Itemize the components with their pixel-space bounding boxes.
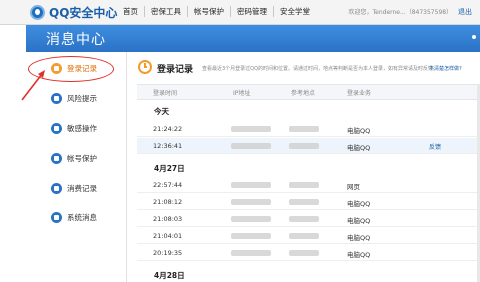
- nav-item-password[interactable]: 密码管理: [230, 6, 273, 17]
- ip-redacted: [231, 250, 271, 256]
- sidebar-item-system-messages[interactable]: 系统消息: [51, 209, 97, 225]
- sidebar-item-purchase-records[interactable]: 消费记录: [51, 180, 97, 196]
- location-redacted: [289, 250, 319, 256]
- lock-icon: [51, 152, 62, 164]
- logout-link[interactable]: 退出: [458, 8, 472, 16]
- ip-redacted: [231, 143, 271, 149]
- login-service: 网页: [347, 183, 360, 191]
- table-row: 22:57:44 网页: [137, 177, 480, 193]
- ip-redacted: [231, 216, 271, 222]
- table-header: 登录时间 IP地址 参考地点 登录业务: [137, 84, 480, 100]
- section-description: 查看最近3个月登录过QQ的时间和位置。请通过时间，地点等判断是否为本人登录，如有…: [202, 66, 439, 72]
- login-time: 20:19:35: [153, 249, 183, 257]
- table-row: 21:24:22 电脑QQ: [137, 121, 480, 137]
- sidebar-item-label: 敏感操作: [67, 123, 97, 133]
- location-redacted: [289, 233, 319, 239]
- group-label: 今天: [154, 107, 169, 116]
- location-redacted: [289, 126, 319, 132]
- feedback-link[interactable]: 反馈: [429, 142, 441, 151]
- title-bar: 消息中心: [26, 25, 480, 52]
- nav-item-security-tools[interactable]: 密保工具: [144, 6, 187, 17]
- table-row: 21:08:12 电脑QQ: [137, 194, 480, 210]
- login-service: 电脑QQ: [347, 217, 371, 225]
- page-title: 消息中心: [46, 32, 106, 48]
- table-row: 12:36:41 电脑QQ 反馈: [137, 138, 480, 154]
- group-label: 4月28日: [154, 271, 185, 280]
- login-service: 电脑QQ: [347, 234, 371, 242]
- shield-icon: [51, 122, 62, 134]
- column-header: IP地址: [233, 90, 251, 97]
- help-link[interactable]: 不清楚怎样做?: [429, 65, 462, 72]
- nav-item-account-protection[interactable]: 帐号保护: [187, 6, 230, 17]
- location-redacted: [289, 199, 319, 205]
- annotation-circle: [28, 56, 114, 82]
- login-service: 电脑QQ: [347, 144, 371, 152]
- user-greeting: 欢迎您，Tenderne...（847357598）: [348, 9, 453, 16]
- login-service: 电脑QQ: [347, 200, 371, 208]
- section-title: 登录记录: [157, 65, 194, 75]
- top-bar: QQ安全中心 首页 密保工具 帐号保护 密码管理 安全学堂 欢迎您，Tender…: [0, 0, 480, 25]
- ip-redacted: [231, 182, 271, 188]
- location-redacted: [289, 143, 319, 149]
- alert-icon: [51, 92, 62, 104]
- user-info: 欢迎您，Tenderne...（847357598） 退出: [349, 7, 473, 17]
- table-row: 21:04:01 电脑QQ: [137, 228, 480, 244]
- qq-logo-icon: [30, 4, 45, 20]
- ip-redacted: [231, 233, 271, 239]
- main-nav: 首页 密保工具 帐号保护 密码管理 安全学堂: [120, 6, 316, 17]
- nav-item-security-school[interactable]: 安全学堂: [273, 6, 316, 17]
- column-header: 登录时间: [153, 90, 178, 97]
- column-header: 登录业务: [347, 90, 372, 97]
- nav-item-home[interactable]: 首页: [120, 6, 144, 17]
- receipt-icon: [51, 182, 62, 194]
- login-time: 21:04:01: [153, 232, 183, 240]
- login-time: 12:36:41: [153, 142, 183, 150]
- group-label: 4月27日: [154, 164, 185, 173]
- ip-redacted: [231, 199, 271, 205]
- login-service: 电脑QQ: [347, 127, 371, 135]
- table-row: 20:19:35 电脑QQ: [137, 245, 480, 261]
- login-service: 电脑QQ: [347, 251, 371, 259]
- sidebar-item-label: 帐号保护: [67, 153, 97, 163]
- login-time: 21:08:12: [153, 198, 183, 206]
- location-redacted: [289, 216, 319, 222]
- sidebar-item-sensitive-ops[interactable]: 敏感操作: [51, 120, 97, 136]
- clock-icon: [138, 60, 152, 74]
- info-icon: [51, 211, 62, 223]
- sidebar-item-account-protection[interactable]: 帐号保护: [51, 150, 97, 166]
- ip-redacted: [231, 126, 271, 132]
- table-row: 21:08:03 电脑QQ: [137, 211, 480, 227]
- location-redacted: [289, 182, 319, 188]
- login-time: 21:08:03: [153, 215, 183, 223]
- column-header: 参考地点: [291, 90, 316, 97]
- logo[interactable]: QQ安全中心: [30, 3, 117, 21]
- login-time: 22:57:44: [153, 181, 183, 189]
- sidebar-item-label: 风险提示: [67, 93, 97, 103]
- login-time: 21:24:22: [153, 125, 183, 133]
- logo-text: QQ安全中心: [49, 5, 118, 20]
- dot-icon: [472, 35, 476, 39]
- sidebar-item-label: 系统消息: [67, 212, 97, 222]
- sidebar: [26, 52, 127, 282]
- sidebar-item-risk-alerts[interactable]: 风险提示: [51, 90, 97, 106]
- sidebar-item-label: 消费记录: [67, 183, 97, 193]
